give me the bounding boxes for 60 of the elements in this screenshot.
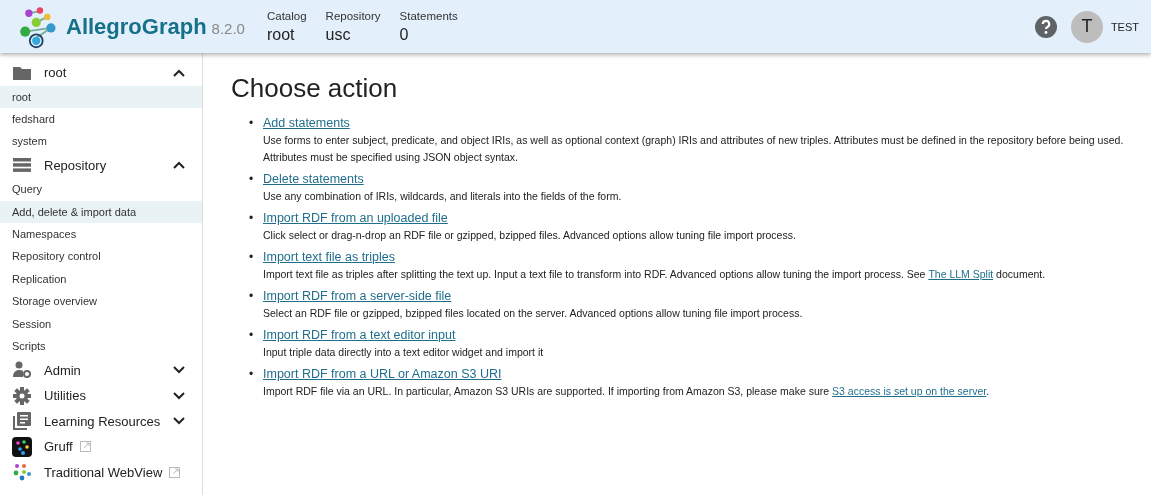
bullet: • bbox=[249, 172, 255, 188]
bullet: • bbox=[249, 211, 255, 227]
sidebar-item[interactable]: root bbox=[0, 85, 202, 108]
sidebar-item[interactable]: Scripts bbox=[0, 334, 202, 358]
sidebar-section[interactable]: Admin bbox=[0, 357, 202, 383]
action-link[interactable]: Import RDF from a server-side file bbox=[263, 289, 452, 303]
help-icon[interactable] bbox=[1033, 14, 1058, 39]
bullet: • bbox=[249, 328, 255, 344]
sidebar-item[interactable]: Replication bbox=[0, 267, 202, 291]
inline-link[interactable]: S3 access is set up on the server bbox=[832, 385, 987, 397]
action-description: Input triple data directly into a text editor widget and import it bbox=[263, 345, 545, 360]
gruff-icon bbox=[12, 436, 32, 457]
sidebar-section[interactable]: Traditional WebView bbox=[0, 459, 202, 485]
sidebar-section[interactable]: Learning Resources bbox=[0, 408, 202, 434]
bullet: • bbox=[249, 250, 255, 266]
stat-label: Repository bbox=[325, 9, 381, 22]
bullet: • bbox=[249, 116, 255, 132]
external-link-icon bbox=[169, 466, 181, 478]
action-link[interactable]: Import RDF from an uploaded file bbox=[263, 211, 448, 225]
sidebar-item[interactable]: Storage overview bbox=[0, 290, 202, 313]
sidebar-section[interactable]: root bbox=[0, 60, 202, 86]
stat-value: root bbox=[266, 25, 296, 44]
sidebar-item[interactable]: Session bbox=[0, 312, 202, 335]
action-description: Use any combination of IRIs, wildcards, and literals into the fields of the form. bbox=[263, 189, 623, 204]
stat-value: 0 bbox=[399, 25, 410, 44]
user-avatar[interactable]: T bbox=[1070, 10, 1103, 43]
sidebar-item[interactable]: Query bbox=[0, 178, 202, 201]
sidebar-section[interactable]: Utilities bbox=[0, 382, 202, 409]
action-description: Import text file as triples after splitting the text up. Input a text file to transform into RDF. Advanced options allow tuning the import process. See The LLM Split document. bbox=[263, 267, 1047, 282]
graph-icon bbox=[12, 462, 32, 483]
bullet: • bbox=[249, 367, 255, 383]
action-description: Click select or drag-n-drop an RDF file or gzipped, bzipped files. Advanced options allow tuning file import process. bbox=[263, 228, 797, 243]
action-link[interactable]: Import text file as triples bbox=[263, 250, 395, 264]
sidebar-item[interactable]: Add, delete & import data bbox=[0, 200, 202, 223]
sidebar-item[interactable]: system bbox=[0, 130, 202, 153]
sidebar-section[interactable]: Gruff bbox=[0, 433, 202, 460]
action-description: Select an RDF file or gzipped, bzipped files located on the server. Advanced options allow tuning file import process. bbox=[263, 306, 804, 321]
stat-label: Statements bbox=[399, 9, 458, 22]
action-link[interactable]: Delete statements bbox=[263, 172, 364, 186]
sidebar-section[interactable]: Repository bbox=[0, 152, 202, 179]
action-link[interactable]: Import RDF from a text editor input bbox=[263, 328, 456, 342]
sidebar-item[interactable]: fedshard bbox=[0, 107, 202, 131]
external-link-icon bbox=[79, 441, 91, 453]
app-version: 8.2.0 bbox=[211, 20, 245, 37]
admin-icon bbox=[12, 360, 32, 381]
stat-label: Catalog bbox=[266, 9, 307, 22]
gear-icon bbox=[12, 385, 32, 406]
sidebar-item[interactable]: Repository control bbox=[0, 245, 202, 268]
sidebar-item[interactable]: Namespaces bbox=[0, 222, 202, 246]
action-description: Use forms to enter subject, predicate, and object IRIs, as well as optional context (graph) IRIs and attributes of new triples. Attributes must be defined in the repository before being used. Attributes must be specified using JSON object syntax. bbox=[263, 133, 1125, 165]
user-name[interactable]: TEST bbox=[1110, 20, 1139, 33]
inline-link[interactable]: The LLM Split bbox=[928, 268, 994, 280]
action-link[interactable]: Import RDF from a URL or Amazon S3 URI bbox=[263, 367, 502, 381]
page-title: Choose action bbox=[231, 73, 399, 104]
book-icon bbox=[12, 411, 32, 432]
app-name: AllegroGraph bbox=[66, 13, 207, 40]
stat-value: usc bbox=[325, 25, 352, 44]
action-description: Import RDF file via an URL. In particular, Amazon S3 URIs are supported. If importing from Amazon S3, please make sure S3 access is set up on the server. bbox=[263, 384, 991, 399]
bullet: • bbox=[249, 289, 255, 305]
action-link[interactable]: Add statements bbox=[263, 116, 350, 130]
